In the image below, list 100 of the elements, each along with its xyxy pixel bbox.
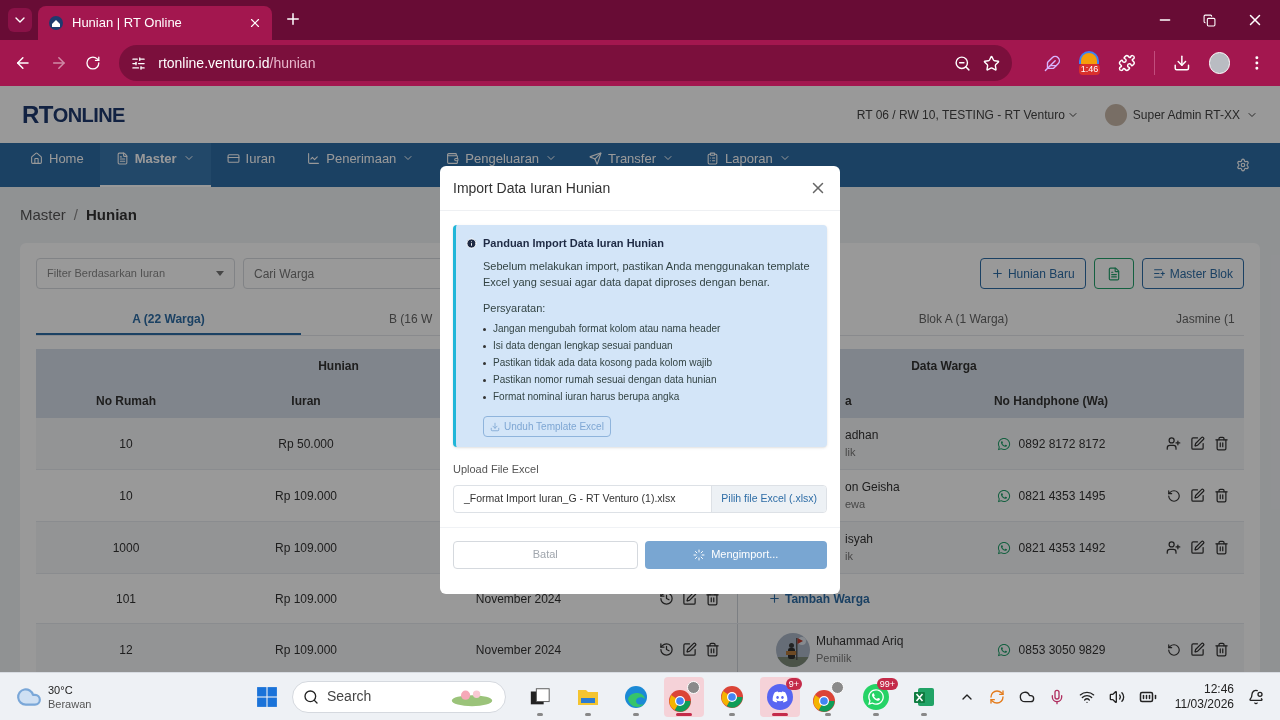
tab-title: Hunian | RT Online <box>72 14 183 33</box>
whatsapp-icon <box>996 642 1011 657</box>
requirement-item: Pastikan nomor rumah sesuai dengan data hunian <box>493 373 717 387</box>
edit-icon[interactable] <box>681 591 697 606</box>
filter-select[interactable]: Filter Berdasarkan Iuran <box>36 258 235 289</box>
whatsapp-icon <box>996 488 1011 503</box>
org-selector[interactable]: RT 06 / RW 10, TESTING - RT Venturo <box>856 105 1079 124</box>
new-tab-icon[interactable] <box>284 10 302 28</box>
block-tab[interactable]: A (22 Warga) <box>36 304 301 335</box>
table-cell-text: November 2024 <box>475 590 562 608</box>
back-icon[interactable] <box>14 54 32 72</box>
weather-text: Berawan <box>48 696 92 711</box>
notification-icon[interactable] <box>1248 688 1264 705</box>
requirement-item: Pastikan tidak ada data kosong pada kolom wajib <box>493 356 713 370</box>
table-cell-text: Rp 109.000 <box>274 590 338 608</box>
taskbar-search[interactable]: Search <box>292 680 506 713</box>
browser-icon <box>624 684 648 709</box>
column-header: Iuran <box>291 392 321 410</box>
breadcrumb-separator: / <box>73 204 78 225</box>
document-button[interactable] <box>1093 258 1134 289</box>
table-cell-text: Rp 109.000 <box>274 539 338 557</box>
group-header: Hunian <box>318 358 359 375</box>
extensions-icon[interactable] <box>1118 54 1136 72</box>
nav-item[interactable]: Iuran <box>210 143 292 187</box>
reset-icon[interactable] <box>1166 642 1181 657</box>
block-master-button[interactable]: Master Blok <box>1141 258 1244 289</box>
phone-number: 0892 8172 8172 <box>1018 435 1106 453</box>
card-icon <box>226 152 240 165</box>
volume-icon[interactable] <box>1108 688 1125 705</box>
requirement-item: Isi data dengan lengkap sesuai panduan <box>493 339 673 353</box>
guide-title: Panduan Import Data Iuran Hunian <box>483 236 664 251</box>
table-cell-text: Rp 109.000 <box>274 641 338 659</box>
plus-icon <box>768 592 781 605</box>
download-icon[interactable] <box>1172 54 1191 72</box>
settings-icon[interactable] <box>1236 158 1250 172</box>
requirements-title: Persyaratan: <box>483 300 547 316</box>
edit-icon[interactable] <box>1189 488 1205 503</box>
add-user-icon[interactable] <box>1166 540 1181 555</box>
breadcrumb-current: Hunian <box>86 204 137 225</box>
site-settings-icon[interactable] <box>131 55 147 71</box>
resident-name: on Geisha <box>845 479 900 497</box>
taskbar-app[interactable]: 99+ <box>856 676 896 717</box>
tab-list-button[interactable] <box>8 8 32 32</box>
column-header: a <box>845 392 852 410</box>
bookmark-star-icon[interactable] <box>982 54 1000 72</box>
profile-avatar[interactable] <box>1208 52 1231 74</box>
reload-icon[interactable] <box>85 55 102 71</box>
feather-icon[interactable] <box>1043 54 1061 72</box>
whatsapp-icon <box>996 540 1011 555</box>
delete-icon[interactable] <box>1213 488 1229 503</box>
address-bar[interactable]: rtonline.venturo.id/hunian <box>119 45 1012 81</box>
clock[interactable]: 12:46 11/03/2026 <box>1174 681 1234 712</box>
plus-icon <box>990 267 1004 280</box>
browser-tab[interactable]: Hunian | RT Online <box>38 6 272 40</box>
table-cell-text: 12 <box>119 641 133 659</box>
weather-temp: 30°C <box>48 682 74 697</box>
add-user-icon[interactable] <box>1166 436 1181 451</box>
taskbar-app[interactable]: 9+ <box>760 676 800 717</box>
new-residence-button[interactable]: Hunian Baru <box>979 258 1086 289</box>
nav-item[interactable]: Laporan <box>690 143 807 187</box>
user-menu[interactable]: Super Admin RT-XX <box>1104 103 1258 126</box>
chrome-icon <box>668 680 700 713</box>
resident-name: adhan <box>845 427 879 445</box>
add-resident-link[interactable]: Tambah Warga <box>768 589 870 608</box>
breadcrumb-link[interactable]: Master <box>20 203 66 227</box>
group-header: Data Warga <box>911 358 977 375</box>
table-cell-text: 101 <box>116 590 136 608</box>
zoom-out-icon[interactable] <box>953 54 971 72</box>
caret-icon <box>216 271 224 276</box>
whatsapp-icon <box>996 436 1011 451</box>
history-icon[interactable] <box>658 591 674 606</box>
dialog-title: Import Data Iuran Hunian <box>453 178 611 198</box>
start-icon[interactable] <box>256 685 278 708</box>
extension-icon[interactable] <box>1079 51 1100 64</box>
nav-item[interactable]: Home <box>14 143 100 187</box>
block-tab[interactable]: Jasmine (1 <box>1096 304 1244 335</box>
reset-icon[interactable] <box>1166 488 1181 503</box>
document-icon <box>1106 266 1121 281</box>
notification-badge: 9+ <box>785 677 802 690</box>
notification-badge: 99+ <box>876 677 898 690</box>
file-field[interactable]: _Format Import Iuran_G - RT Venturo (1).xlsx Pilih file Excel (.xlsx) <box>453 484 827 513</box>
nav-item[interactable]: Master <box>99 143 211 187</box>
info-icon <box>466 237 477 249</box>
document-icon <box>115 152 129 165</box>
table-cell-text: 1000 <box>112 539 140 557</box>
close-tab-icon[interactable] <box>248 16 262 30</box>
choose-file-button[interactable]: Pilih file Excel (.xlsx) <box>711 485 826 512</box>
table-cell-text: November 2024 <box>475 641 562 659</box>
wallet-icon <box>446 152 460 165</box>
sync-icon[interactable] <box>988 688 1005 705</box>
url-text: rtonline.venturo.id/hunian <box>158 53 316 73</box>
phone-number: 0821 4353 1492 <box>1018 539 1106 557</box>
line-chart-icon <box>307 152 321 165</box>
nav-item[interactable]: Penerimaan <box>291 143 431 187</box>
restore-icon[interactable] <box>1203 13 1216 27</box>
chrome-icon <box>812 680 844 713</box>
block-tab[interactable]: Blok A (1 Warga) <box>831 304 1096 335</box>
download-icon <box>490 421 500 432</box>
user-avatar <box>1104 103 1127 126</box>
table-cell-text: Rp 109.000 <box>274 487 338 505</box>
